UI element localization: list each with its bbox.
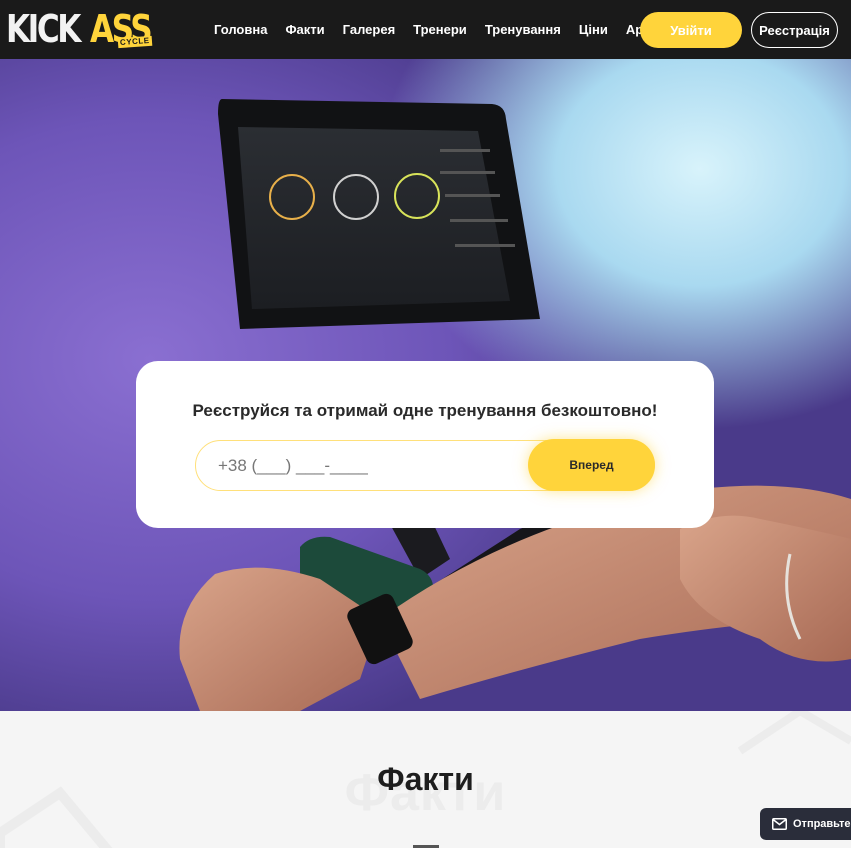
facts-section: Факти Факти [0, 711, 851, 848]
hero-section: Реєструйся та отримай одне тренування бе… [0, 59, 851, 711]
nav-item-gallery[interactable]: Галерея [343, 22, 396, 37]
nav-item-facts[interactable]: Факти [285, 22, 324, 37]
chat-widget-button[interactable]: Отправьте [760, 808, 851, 840]
login-button[interactable]: Увійти [640, 12, 742, 48]
registration-card: Реєструйся та отримай одне тренування бе… [136, 361, 714, 528]
submit-button[interactable]: Вперед [528, 439, 655, 491]
phone-input[interactable] [218, 441, 518, 490]
nav-item-trainers[interactable]: Тренери [413, 22, 467, 37]
main-nav: Головна Факти Галерея Тренери Тренування… [205, 0, 660, 59]
register-button[interactable]: Реєстрація [751, 12, 838, 48]
registration-card-title: Реєструйся та отримай одне тренування бе… [192, 401, 658, 420]
nav-item-home[interactable]: Головна [214, 22, 267, 37]
site-header: KICK ASS CYCLE Головна Факти Галерея Тре… [0, 0, 851, 59]
facts-section-title: Факти [377, 761, 474, 797]
nav-item-workouts[interactable]: Тренування [485, 22, 561, 37]
kickass-logo[interactable]: KICK ASS CYCLE [6, 9, 156, 49]
logo-text-kick: KICK [6, 7, 81, 51]
mail-icon [772, 818, 787, 830]
nav-item-prices[interactable]: Ціни [579, 22, 608, 37]
chat-widget-label: Отправьте [793, 818, 851, 830]
